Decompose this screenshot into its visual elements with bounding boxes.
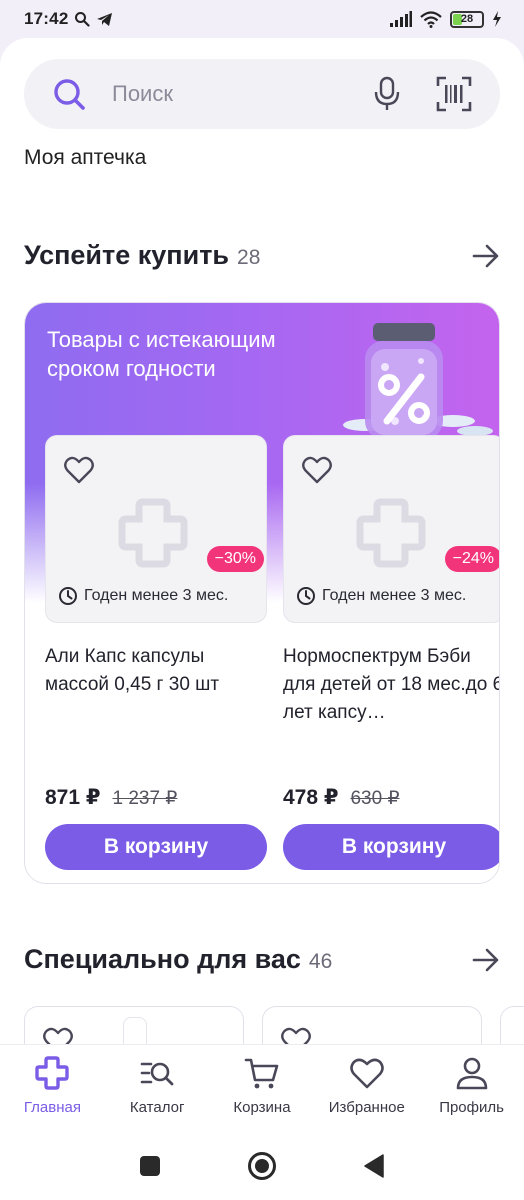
microphone-icon[interactable] xyxy=(374,76,400,112)
search-icon xyxy=(54,79,85,110)
nav-label: Профиль xyxy=(439,1099,504,1116)
nav-label: Корзина xyxy=(233,1099,291,1116)
search-bar[interactable]: Поиск xyxy=(24,59,500,129)
placeholder-cross-icon xyxy=(356,498,426,568)
product-image[interactable]: −24% Годен менее 3 мес. xyxy=(283,435,499,623)
status-time: 17:42 xyxy=(24,9,69,28)
discount-jar-illustration xyxy=(343,323,493,439)
price-row: 478 ₽ 630 ₽ xyxy=(283,785,499,810)
price: 478 ₽ xyxy=(283,786,339,809)
wifi-icon xyxy=(420,10,442,28)
add-to-cart-button[interactable]: В корзину xyxy=(45,824,267,870)
nav-label: Каталог xyxy=(129,1099,185,1116)
heart-icon xyxy=(349,1058,384,1089)
clock-icon xyxy=(297,587,315,605)
arrow-right-icon[interactable] xyxy=(472,948,500,972)
battery-level: 28 xyxy=(460,13,474,25)
system-navigation-bar xyxy=(0,1132,524,1200)
cart-icon xyxy=(244,1058,279,1089)
bottom-navigation: Главная Каталог Корзина Избранное Профил… xyxy=(0,1044,524,1132)
nav-profile[interactable]: Профиль xyxy=(422,1055,522,1116)
product-card[interactable]: −24% Годен менее 3 мес. Нормоспектрум Бэ… xyxy=(283,435,499,870)
product-name[interactable]: Нормоспектрум Бэби для детей от 18 мес.д… xyxy=(283,643,499,755)
barcode-scan-icon[interactable] xyxy=(436,76,472,112)
product-card[interactable]: −30% Годен менее 3 мес. Али Капс капсулы… xyxy=(45,435,267,870)
promo-card-expiring[interactable]: Товары с истекающим сроком годности −30%… xyxy=(24,302,500,884)
price-row: 871 ₽ 1 237 ₽ xyxy=(45,785,267,810)
section-for-you-header[interactable]: Специально для вас 46 xyxy=(24,944,500,975)
section-count: 46 xyxy=(308,949,333,973)
nav-home[interactable]: Главная xyxy=(2,1055,102,1116)
discount-badge: −30% xyxy=(206,546,264,572)
promo-title: Товары с истекающим сроком годности xyxy=(47,327,276,381)
my-pharmacy-link[interactable]: Моя аптечка xyxy=(24,146,146,170)
section-title: Специально для вас xyxy=(24,944,301,974)
section-title: Успейте купить xyxy=(24,240,230,270)
home-circle-icon[interactable] xyxy=(247,1151,277,1181)
expiry-text: Годен менее 3 мес. xyxy=(322,587,467,604)
charging-icon xyxy=(493,11,501,27)
expiry-info: Годен менее 3 мес. xyxy=(296,586,466,606)
section-count: 28 xyxy=(237,245,261,269)
expiry-text: Годен менее 3 мес. xyxy=(84,587,229,604)
nav-catalog[interactable]: Каталог xyxy=(107,1055,207,1116)
search-input[interactable]: Поиск xyxy=(112,81,173,107)
back-triangle-icon[interactable] xyxy=(363,1154,385,1178)
nav-label: Избранное xyxy=(328,1099,405,1116)
telegram-icon xyxy=(97,12,113,26)
recents-square-icon[interactable] xyxy=(139,1155,161,1177)
profile-icon xyxy=(456,1057,487,1090)
product-name[interactable]: Али Капс капсулы массой 0,45 г 30 шт xyxy=(45,643,267,755)
price: 871 ₽ xyxy=(45,786,101,809)
product-image[interactable]: −30% Годен менее 3 мес. xyxy=(45,435,267,623)
search-status-icon xyxy=(75,12,91,27)
nav-cart[interactable]: Корзина xyxy=(212,1055,312,1116)
status-bar: 17:42 28 xyxy=(0,0,524,38)
signal-icon xyxy=(390,11,412,27)
battery-indicator: 28 xyxy=(450,10,484,28)
home-cross-icon xyxy=(35,1056,70,1090)
section-expiring-header[interactable]: Успейте купить 28 xyxy=(24,240,500,271)
arrow-right-icon[interactable] xyxy=(472,244,500,268)
placeholder-cross-icon xyxy=(118,498,188,568)
nav-label: Главная xyxy=(23,1099,81,1116)
clock-icon xyxy=(59,587,77,605)
catalog-search-icon xyxy=(140,1062,174,1086)
expiry-info: Годен менее 3 мес. xyxy=(58,586,228,606)
nav-favorites[interactable]: Избранное xyxy=(317,1055,417,1116)
favorite-heart-icon[interactable] xyxy=(64,456,94,484)
old-price: 630 ₽ xyxy=(350,788,400,809)
discount-badge: −24% xyxy=(444,546,499,572)
add-to-cart-button[interactable]: В корзину xyxy=(283,824,499,870)
favorite-heart-icon[interactable] xyxy=(302,456,332,484)
old-price: 1 237 ₽ xyxy=(112,788,178,809)
